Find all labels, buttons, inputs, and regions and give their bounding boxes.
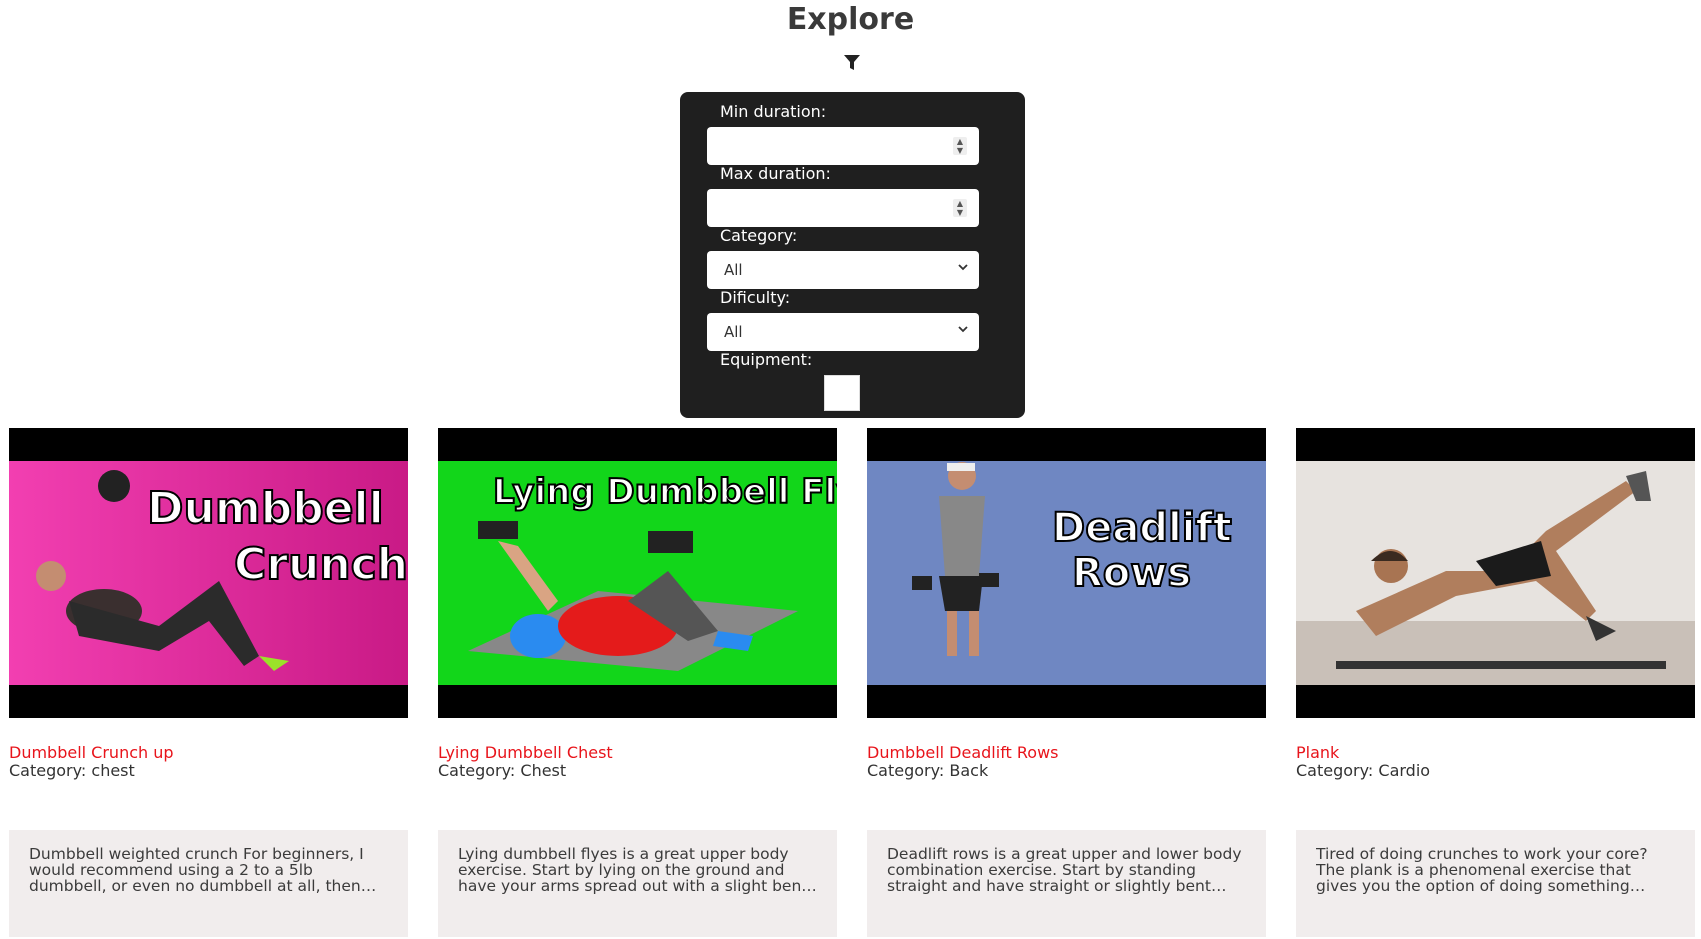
thumb-text-1: Lying Dumbbell Flyes <box>493 472 837 512</box>
exercise-description: Dumbbell weighted crunch For beginners, … <box>9 830 408 937</box>
max-duration-input[interactable]: ▲ ▼ <box>707 189 979 227</box>
category-label: Category: <box>720 226 798 245</box>
exercise-title-link[interactable]: Dumbbell Deadlift Rows <box>867 743 1059 762</box>
exercise-title-link[interactable]: Plank <box>1296 743 1339 762</box>
exercise-category: Category: Chest <box>438 761 567 780</box>
exercise-category: Category: chest <box>9 761 135 780</box>
difficulty-label: Dificulty: <box>720 288 791 307</box>
difficulty-select[interactable]: All <box>707 313 979 351</box>
min-duration-input[interactable]: ▲ ▼ <box>707 127 979 165</box>
exercise-description-text: Deadlift rows is a great upper and lower… <box>887 846 1242 894</box>
thumb-text-2: Crunches <box>234 539 408 590</box>
exercise-description: Tired of doing crunches to work your cor… <box>1296 830 1695 937</box>
exercise-title-link[interactable]: Lying Dumbbell Chest <box>438 743 613 762</box>
exercise-thumbnail[interactable]: Dumbbell Crunches <box>9 428 408 718</box>
exercise-description-text: Lying dumbbell flyes is a great upper bo… <box>458 846 812 894</box>
chevron-down-icon <box>958 264 968 271</box>
thumbnail-image: Deadlift Rows <box>867 461 1266 685</box>
category-select[interactable]: All <box>707 251 979 289</box>
min-duration-spinner[interactable]: ▲ ▼ <box>953 137 967 155</box>
equipment-checkbox[interactable] <box>824 375 860 411</box>
category-select-value: All <box>724 261 743 279</box>
exercise-description-text: Tired of doing crunches to work your cor… <box>1316 846 1648 894</box>
difficulty-select-value: All <box>724 323 743 341</box>
min-duration-label: Min duration: <box>720 102 827 121</box>
chevron-down-icon <box>958 326 968 333</box>
thumb-text-2: Rows <box>1072 550 1191 596</box>
exercise-description-text: Dumbbell weighted crunch For beginners, … <box>29 846 364 894</box>
exercise-category: Category: Cardio <box>1296 761 1431 780</box>
exercise-thumbnail[interactable]: Deadlift Rows <box>867 428 1266 718</box>
exercise-title-link[interactable]: Dumbbell Crunch up <box>9 743 174 762</box>
exercise-thumbnail[interactable]: Lying Dumbbell Flyes <box>438 428 837 718</box>
thumbnail-image <box>1296 461 1695 685</box>
exercise-thumbnail[interactable] <box>1296 428 1695 718</box>
thumb-text-1: Deadlift <box>1052 505 1232 551</box>
exercise-category: Category: Back <box>867 761 989 780</box>
filter-icon[interactable] <box>843 54 861 72</box>
thumb-text-1: Dumbbell <box>147 483 384 534</box>
page-title: Explore <box>786 2 915 37</box>
thumbnail-image: Lying Dumbbell Flyes <box>438 461 837 685</box>
thumbnail-image: Dumbbell Crunches <box>9 461 408 685</box>
max-duration-label: Max duration: <box>720 164 831 183</box>
max-duration-spinner[interactable]: ▲ ▼ <box>953 199 967 217</box>
exercise-description: Deadlift rows is a great upper and lower… <box>867 830 1266 937</box>
filter-panel: Min duration: ▲ ▼ Max duration: ▲ ▼ Catego… <box>680 92 1025 418</box>
equipment-label: Equipment: <box>720 350 813 369</box>
exercise-description: Lying dumbbell flyes is a great upper bo… <box>438 830 837 937</box>
